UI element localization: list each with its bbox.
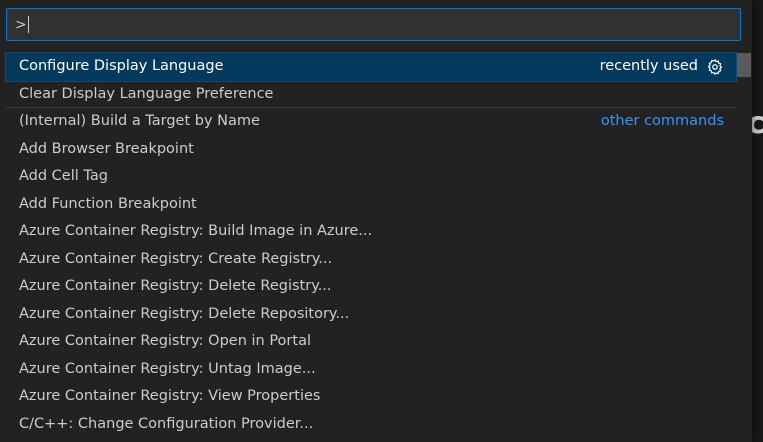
command-list: Configure Display Language recently used C… <box>5 52 737 442</box>
command-item-meta: other commands <box>601 108 724 135</box>
command-item-label: Azure Container Registry: Build Image in… <box>19 223 373 239</box>
command-item[interactable]: C/C++: Change Configuration Provider... <box>6 411 736 439</box>
command-input-box[interactable] <box>6 8 741 41</box>
command-item[interactable]: Azure Container Registry: Build Image in… <box>6 218 736 246</box>
command-item-label: Add Function Breakpoint <box>19 195 197 212</box>
editor-backdrop-strip <box>751 0 763 442</box>
text-caret <box>28 16 29 33</box>
command-input[interactable] <box>7 9 740 40</box>
command-item[interactable]: Add Browser Breakpoint <box>6 136 736 164</box>
command-item-label: Clear Display Language Preference <box>19 85 274 102</box>
command-item-label: Add Cell Tag <box>19 168 108 184</box>
command-item-label: (Internal) Build a Target by Name <box>19 113 260 129</box>
command-item[interactable]: Configure Display Language recently used <box>5 52 737 82</box>
command-item-label: Azure Container Registry: Delete Reposit… <box>19 305 350 322</box>
command-item-label: Azure Container Registry: View Propertie… <box>19 388 321 404</box>
command-item-label: Azure Container Registry: Untag Image... <box>19 360 316 377</box>
group-label-link[interactable]: other commands <box>601 108 724 135</box>
command-list-scrollbar[interactable] <box>737 53 751 442</box>
command-item[interactable]: Azure Container Registry: Delete Reposit… <box>6 301 736 329</box>
command-item-label: Configure Display Language <box>19 58 224 74</box>
command-item-meta: recently used <box>600 53 724 80</box>
command-item[interactable]: Clear Display Language Preference <box>6 81 736 108</box>
command-palette: Configure Display Languagerecently usedC… <box>0 0 752 442</box>
command-item-label: Azure Container Registry: Delete Registr… <box>19 278 332 294</box>
command-item[interactable]: Azure Container Registry: Untag Image... <box>6 356 736 384</box>
group-label: recently used <box>599 58 698 74</box>
command-item[interactable]: (Internal) Build a Target by Name other c… <box>6 108 736 136</box>
command-item[interactable]: Azure Container Registry: Create Registr… <box>6 246 736 274</box>
command-item[interactable]: Add Function Breakpoint <box>6 191 736 219</box>
command-item-label: Azure Container Registry: Open in Portal <box>19 333 311 349</box>
gear-icon[interactable] <box>706 58 724 76</box>
command-item-label: Azure Container Registry: Create Registr… <box>19 250 333 267</box>
scrollbar-thumb[interactable] <box>737 53 751 77</box>
command-item-label: C/C++: Change Configuration Provider... <box>19 415 314 432</box>
command-item[interactable]: Azure Container Registry: Delete Registr… <box>6 273 736 301</box>
command-item[interactable]: Azure Container Registry: View Propertie… <box>6 383 736 411</box>
command-item-label: Add Browser Breakpoint <box>19 140 194 157</box>
command-item[interactable]: Add Cell Tag <box>6 163 736 191</box>
command-item[interactable]: Azure Container Registry: Open in Portal <box>6 328 736 356</box>
